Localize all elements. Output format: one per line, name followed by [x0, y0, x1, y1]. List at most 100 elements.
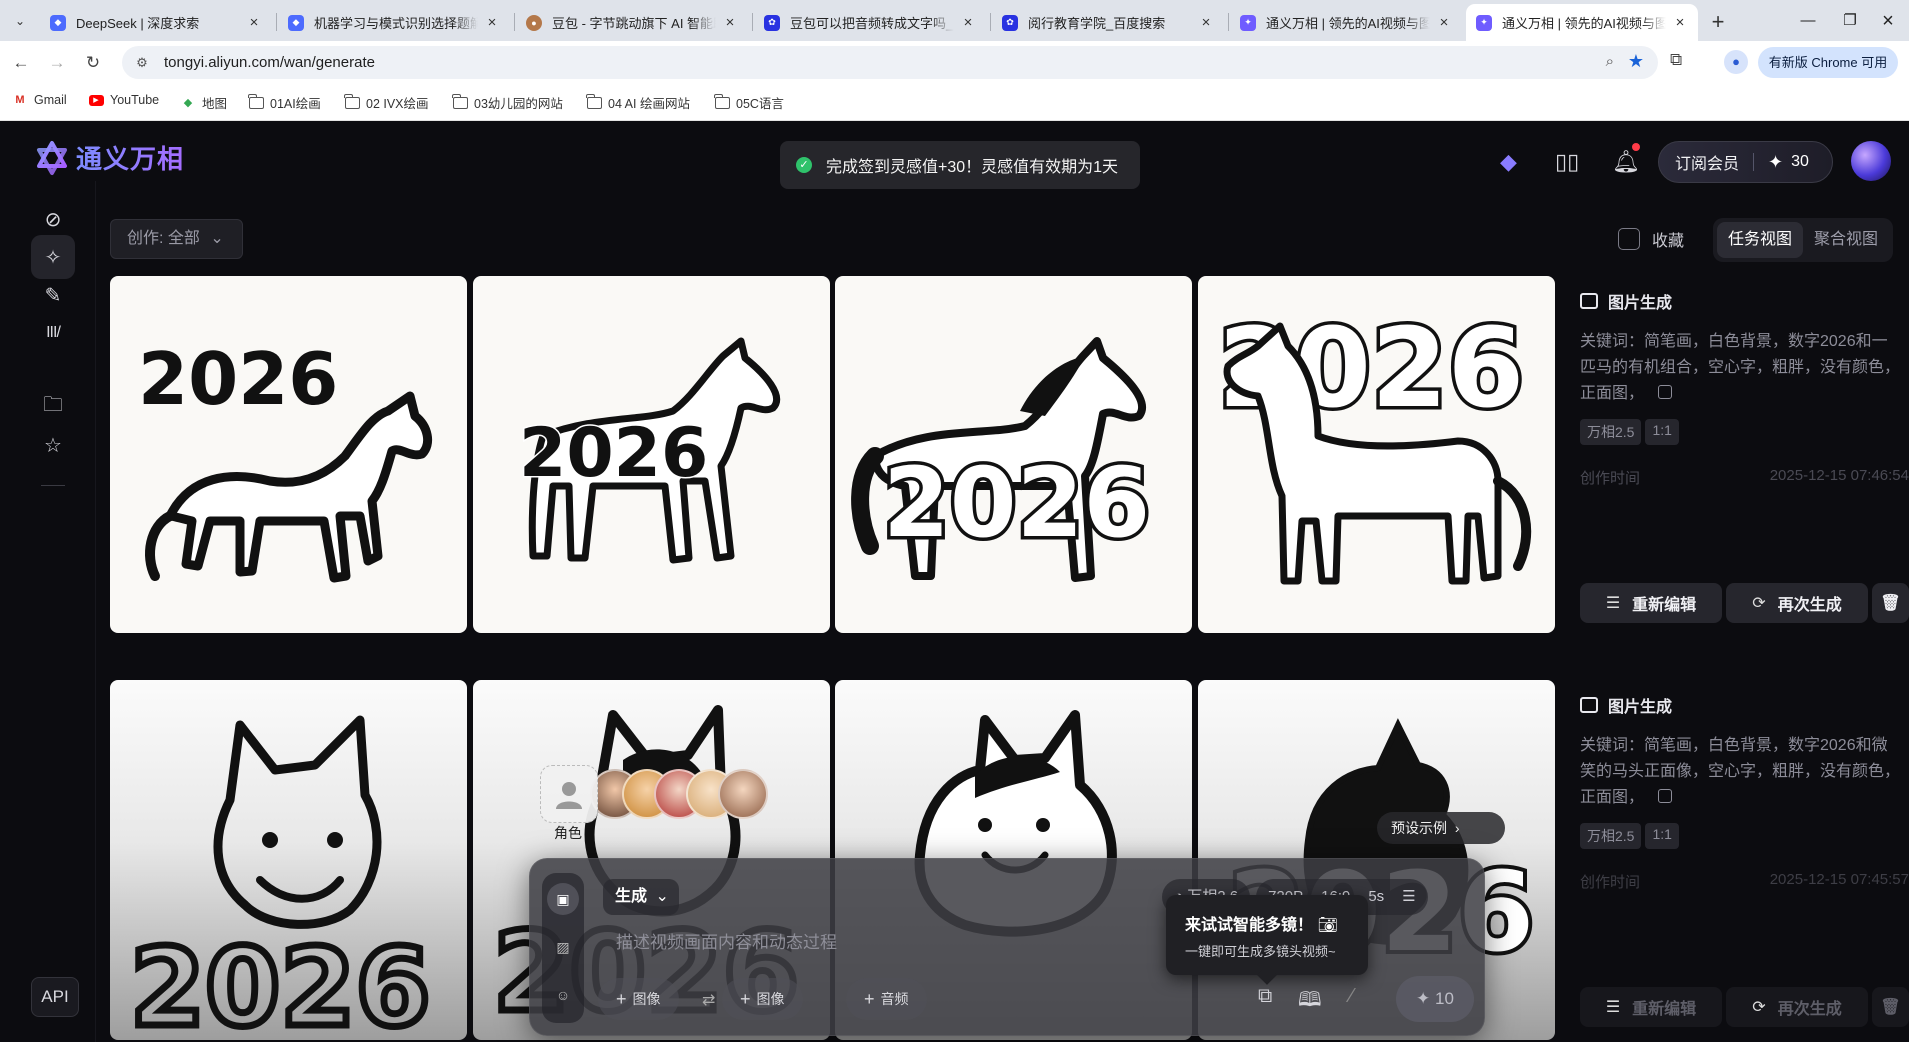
generate-button[interactable]: ✦ 10 — [1396, 976, 1474, 1022]
settings-sliders-icon[interactable]: ☰ — [1402, 879, 1415, 915]
checkbox[interactable] — [1618, 228, 1640, 250]
cube-app-icon[interactable]: ◆ — [1500, 149, 1517, 175]
tab-close-icon[interactable]: × — [246, 14, 262, 31]
delete-button[interactable]: 🗑︎ — [1872, 987, 1909, 1027]
image-mode-icon[interactable]: ▨ — [547, 931, 579, 963]
browser-tab[interactable]: ✦ 通义万相 | 领先的AI视频与图像 × — [1230, 4, 1462, 41]
extensions-puzzle-icon[interactable]: ⧉ — [1670, 50, 1682, 70]
copy-icon[interactable] — [1658, 789, 1673, 803]
delete-button[interactable]: 🗑︎ — [1872, 583, 1909, 623]
regenerate-button[interactable]: ⟳ 再次生成 — [1726, 987, 1868, 1027]
generated-image[interactable]: 2026 — [835, 276, 1192, 633]
generate-mode-dropdown[interactable]: 生成 ⌄ — [603, 879, 679, 915]
bookmark-gmail[interactable]: M Gmail — [12, 93, 66, 107]
bookmark-folder[interactable]: 03幼儿园的网站 — [451, 93, 563, 112]
add-role-card[interactable] — [540, 765, 598, 823]
user-avatar[interactable] — [1851, 141, 1891, 181]
tab-aggregate-view[interactable]: 聚合视图 — [1803, 222, 1889, 258]
browser-tab[interactable]: ● 豆包 - 字节跳动旗下 AI 智能助手 × — [516, 4, 748, 41]
magic-wand-icon[interactable]: ⁄ — [1350, 985, 1353, 1008]
api-button[interactable]: API — [31, 977, 79, 1017]
bookmarks-bar: M Gmail ▶ YouTube ◆ 地图 01AI绘画 02 IVX绘画 03幼儿… — [0, 84, 1909, 121]
bell-icon[interactable]: 🔔︎ — [1612, 149, 1640, 175]
duration-value[interactable]: 5s — [1368, 879, 1384, 915]
chrome-update-button[interactable]: 有新版 Chrome 可用 — [1758, 47, 1898, 78]
site-info-icon[interactable]: ⚙ — [132, 53, 152, 73]
tab-title: 通义万相 | 领先的AI视频与图像 — [1266, 16, 1430, 31]
forward-arrow-icon[interactable]: → — [44, 50, 70, 76]
re-edit-button[interactable]: ☰ 重新编辑 — [1580, 583, 1722, 623]
regenerate-button[interactable]: ⟳ 再次生成 — [1726, 583, 1868, 623]
address-bar[interactable]: ⚙ tongyi.aliyun.com/wan/generate ⌕ ★ — [122, 46, 1658, 79]
sidebar-item-library[interactable]: III/ — [31, 311, 75, 355]
browser-tab[interactable]: ✿ 阅行教育学院_百度搜索 × — [992, 4, 1224, 41]
attach-image-button[interactable]: + 图像 — [598, 978, 679, 1020]
tab-title: 通义万相 | 领先的AI视频与图像 — [1502, 16, 1666, 31]
creation-filter-dropdown[interactable]: 创作: 全部 ⌄ — [110, 219, 243, 259]
attach-image-button[interactable]: + 图像 — [722, 978, 803, 1020]
profile-icon[interactable]: ● — [1724, 50, 1748, 74]
gmail-icon: M — [15, 94, 25, 106]
role-label: 角色 — [554, 825, 582, 841]
bookmark-folder[interactable]: 01AI绘画 — [247, 93, 321, 112]
folder-icon — [585, 93, 602, 110]
swap-icon[interactable]: ⇄ — [702, 990, 715, 1010]
browser-tab[interactable]: ✿ 豆包可以把音频转成文字吗_百度 × — [754, 4, 986, 41]
browser-tab-active[interactable]: ✦ 通义万相 | 领先的AI视频与图像 × — [1466, 4, 1698, 41]
avatar-mode-icon[interactable]: ☺ — [547, 979, 579, 1011]
bookmark-maps[interactable]: ◆ 地图 — [180, 93, 227, 112]
prompt-input[interactable]: 描述视频画面内容和动态过程 — [616, 928, 837, 953]
edit-lines-icon: ☰ — [1605, 595, 1621, 612]
generated-image[interactable]: 2026 — [1198, 276, 1555, 633]
bookmark-star-icon[interactable]: ★ — [1628, 51, 1644, 72]
task-time: 创作时间 2025-12-15 07:45:57 — [1580, 871, 1909, 891]
subscribe-credits-button[interactable]: 订阅会员 ✦ 30 — [1658, 141, 1833, 183]
generated-image[interactable]: 2026 — [473, 276, 830, 633]
tab-close-icon[interactable]: × — [1436, 14, 1452, 31]
back-arrow-icon[interactable]: ← — [8, 50, 34, 76]
subscribe-label: 订阅会员 — [1675, 156, 1740, 173]
attach-audio-button[interactable]: + 音频 — [846, 978, 927, 1020]
tab-title: 阅行教育学院_百度搜索 — [1028, 16, 1166, 31]
sidebar-item-favorites[interactable]: ☆ — [31, 423, 75, 467]
browser-tab[interactable]: ◆ 机器学习与模式识别选择题解析 × — [278, 4, 510, 41]
brand-logo[interactable]: 通义万相 — [34, 139, 184, 176]
video-mode-icon[interactable]: ▣ — [547, 883, 579, 915]
sparkle-icon: ✧ — [44, 246, 62, 269]
sparkle-icon: ✦ — [1416, 989, 1436, 1008]
tab-close-icon[interactable]: × — [722, 14, 738, 31]
re-edit-button[interactable]: ☰ 重新编辑 — [1580, 987, 1722, 1027]
close-window-icon[interactable]: × — [1868, 8, 1908, 34]
tab-close-icon[interactable]: × — [484, 14, 500, 31]
tab-task-view[interactable]: 任务视图 — [1717, 222, 1803, 258]
role-selector[interactable]: 角色 — [540, 765, 780, 841]
preset-examples-button[interactable]: 预设示例 › — [1377, 812, 1505, 844]
browser-tab[interactable]: ◆ DeepSeek | 深度求索 × — [40, 4, 272, 41]
generated-image[interactable]: 2026 — [110, 680, 467, 1040]
bookmark-folder[interactable]: 05C语言 — [713, 93, 784, 112]
bookmark-youtube[interactable]: ▶ YouTube — [88, 93, 159, 107]
tab-close-icon[interactable]: × — [960, 14, 976, 31]
brand-name: 通义万相 — [76, 139, 184, 176]
reload-icon[interactable]: ↻ — [80, 50, 106, 76]
restore-icon[interactable]: ❐ — [1830, 8, 1870, 34]
favorites-checkbox[interactable]: 收藏 — [1618, 227, 1684, 251]
minimize-icon[interactable]: — — [1788, 8, 1828, 34]
tab-search-chevron-icon[interactable]: ⌄ — [8, 10, 32, 32]
task-header: 图片生成 — [1580, 289, 1909, 313]
tab-close-icon[interactable]: × — [1198, 14, 1214, 31]
multi-shot-icon[interactable]: ⧉ — [1258, 985, 1272, 1008]
bookmark-folder[interactable]: 04 AI 绘画网站 — [585, 93, 690, 112]
split-view-icon[interactable]: ▯▯ — [1555, 149, 1579, 175]
tab-close-icon[interactable]: × — [1672, 14, 1688, 31]
new-tab-plus-icon[interactable]: + — [1704, 9, 1732, 37]
role-avatar[interactable] — [718, 769, 768, 819]
zoom-magnifier-icon[interactable]: ⌕ — [1606, 53, 1614, 70]
maps-icon: ◆ — [183, 97, 193, 109]
generated-image[interactable]: 2026 — [110, 276, 467, 633]
book-icon[interactable]: 🕮︎ — [1298, 985, 1322, 1019]
url-text[interactable]: tongyi.aliyun.com/wan/generate — [164, 54, 375, 71]
bookmark-folder[interactable]: 02 IVX绘画 — [343, 93, 429, 112]
copy-icon[interactable] — [1658, 385, 1673, 399]
deepseek-favicon-icon: ◆ — [288, 14, 304, 31]
